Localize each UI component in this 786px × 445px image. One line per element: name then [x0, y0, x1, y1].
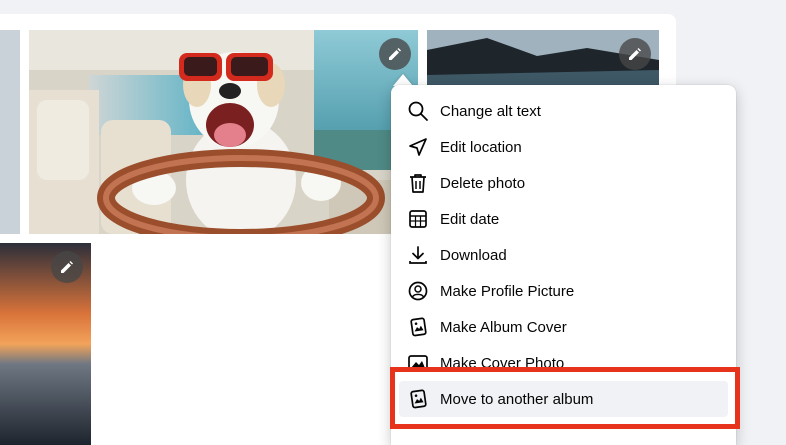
photo-thumbnail-sunset[interactable] — [0, 243, 91, 445]
menu-item-label: Make Album Cover — [440, 318, 567, 336]
menu-item-label: Make Cover Photo — [440, 354, 565, 372]
album-move-icon — [407, 388, 429, 410]
menu-item-move-to-another-album[interactable]: Move to another album — [399, 381, 728, 417]
menu-item-label: Move to another album — [440, 390, 594, 408]
album-icon — [407, 316, 429, 338]
menu-item-label: Change alt text — [440, 102, 541, 120]
menu-item-label: Edit date — [440, 210, 500, 228]
menu-item-make-album-cover[interactable]: Make Album Cover — [391, 309, 736, 345]
dog-photo-image — [29, 30, 418, 234]
menu-item-edit-location[interactable]: Edit location — [391, 129, 736, 165]
edit-photo-button-sunset[interactable] — [51, 251, 83, 283]
menu-item-change-alt-text[interactable]: Change alt text — [391, 93, 736, 129]
menu-item-download[interactable]: Download — [391, 237, 736, 273]
menu-item-edit-date[interactable]: Edit date — [391, 201, 736, 237]
edit-photo-button[interactable] — [379, 38, 411, 70]
photo-options-menu: Change alt text Edit location Delete pho… — [391, 85, 736, 445]
menu-item-label: Make Profile Picture — [440, 282, 575, 300]
image-icon — [407, 352, 429, 374]
menu-item-make-cover-photo[interactable]: Make Cover Photo — [391, 345, 736, 381]
calendar-icon — [407, 208, 429, 230]
profile-icon — [407, 280, 429, 302]
menu-item-label: Edit location — [440, 138, 522, 156]
pencil-icon — [61, 261, 73, 273]
edit-photo-button-coast[interactable] — [619, 38, 651, 70]
trash-icon — [407, 172, 429, 194]
photo-thumbnail-left[interactable] — [0, 30, 20, 234]
search-icon — [407, 100, 429, 122]
menu-item-delete-photo[interactable]: Delete photo — [391, 165, 736, 201]
pencil-icon — [389, 48, 401, 60]
photo-thumbnail-coast[interactable] — [427, 30, 659, 90]
photo-thumbnail-dog[interactable] — [29, 30, 418, 234]
menu-item-make-profile-picture[interactable]: Make Profile Picture — [391, 273, 736, 309]
download-icon — [407, 244, 429, 266]
location-arrow-icon — [407, 136, 429, 158]
menu-item-label: Delete photo — [440, 174, 526, 192]
menu-item-label: Download — [440, 246, 507, 264]
pencil-icon — [629, 48, 641, 60]
